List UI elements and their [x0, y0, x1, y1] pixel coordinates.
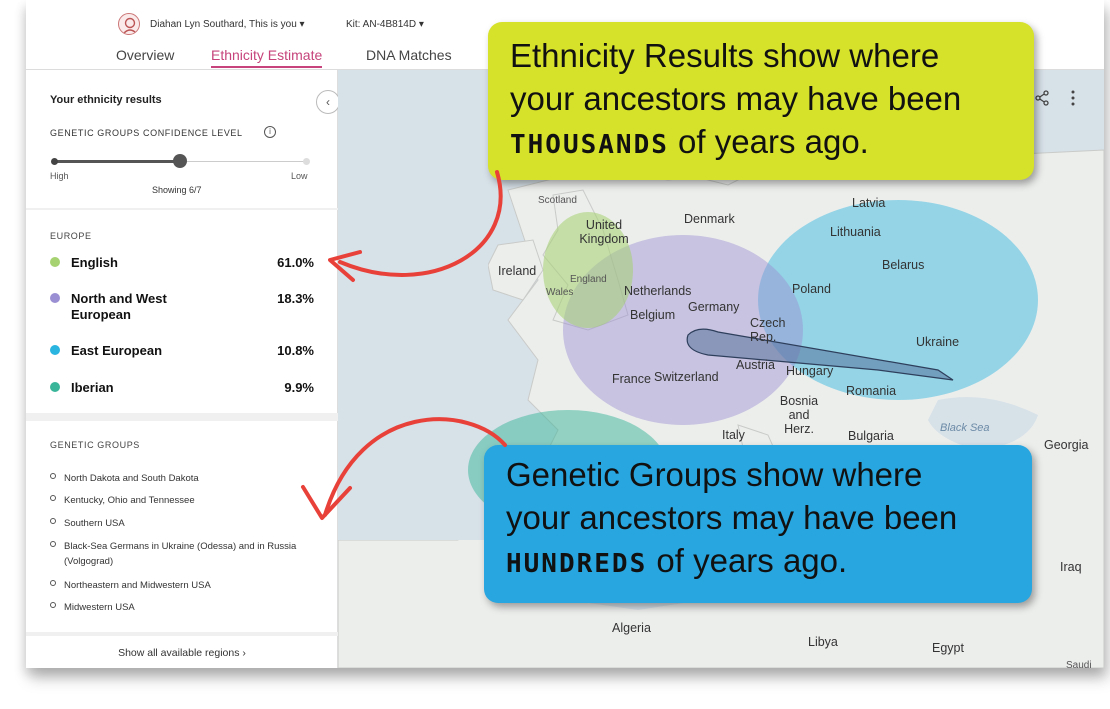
slider-high-label: High: [50, 171, 69, 181]
map-label-denmark: Denmark: [684, 212, 735, 226]
map-label-italy: Italy: [722, 428, 745, 442]
callout-line: THOUSANDS of years ago.: [510, 122, 869, 165]
ethnicity-name: North and West European: [71, 291, 167, 322]
ethnicity-name: English: [71, 255, 118, 270]
genetic-groups-heading: GENETIC GROUPS: [50, 440, 140, 450]
ethnicity-sidebar: Your ethnicity results ‹ GENETIC GROUPS …: [26, 70, 340, 668]
genetic-group-dot: [50, 541, 56, 547]
map-label-libya: Libya: [808, 635, 838, 649]
ethnicity-percent: 10.8%: [277, 343, 314, 358]
callout-line: HUNDREDS of years ago.: [506, 541, 847, 584]
show-all-regions-link[interactable]: Show all available regions ›: [26, 647, 338, 659]
map-label-belgium: Belgium: [630, 308, 676, 322]
share-icon[interactable]: [1034, 90, 1050, 106]
info-icon[interactable]: i: [264, 126, 276, 138]
map-label-england: England: [570, 274, 607, 285]
callout-emphasis: HUNDREDS: [506, 549, 648, 579]
map-label-iraq: Iraq: [1060, 560, 1082, 574]
map-label-bulgaria: Bulgaria: [848, 429, 894, 443]
confidence-slider-thumb[interactable]: [173, 154, 187, 168]
ethnicity-color-dot: [50, 382, 60, 392]
confidence-level-label: GENETIC GROUPS CONFIDENCE LEVEL: [50, 128, 243, 138]
map-label-ukraine: Ukraine: [916, 335, 960, 349]
map-label-poland: Poland: [792, 282, 831, 296]
slider-low-label: Low: [291, 171, 308, 181]
genetic-group-name: Northeastern and Midwestern USA: [64, 580, 211, 591]
map-label-czech-republic: Czech Rep.: [750, 316, 786, 344]
callout-emphasis: THOUSANDS: [510, 130, 669, 160]
ethnicity-results-callout: Ethnicity Results show where your ancest…: [488, 22, 1034, 180]
map-label-egypt: Egypt: [932, 641, 964, 655]
map-label-hungary: Hungary: [786, 364, 834, 378]
divider: [26, 632, 338, 636]
genetic-group-name: Southern USA: [64, 518, 125, 529]
callout-line: your ancestors may have been: [506, 499, 958, 536]
genetic-group-dot: [50, 518, 56, 524]
genetic-group-dot: [50, 495, 56, 501]
map-label-bosnia: Bosnia and Herz.: [779, 394, 819, 436]
ethnicity-percent: 18.3%: [277, 291, 314, 306]
map-label-lithuania: Lithuania: [830, 225, 881, 239]
map-label-netherlands: Netherlands: [624, 284, 692, 298]
ethnicity-color-dot: [50, 257, 60, 267]
kit-selector[interactable]: Kit: AN-4B814D ▾: [346, 19, 424, 30]
showing-count: Showing 6/7: [152, 185, 202, 195]
region-heading: EUROPE: [50, 231, 92, 241]
avatar[interactable]: [118, 13, 140, 35]
callout-line: your ancestors may have been: [510, 80, 962, 117]
map-label-germany: Germany: [688, 300, 740, 314]
genetic-groups-callout: Genetic Groups show where your ancestors…: [484, 445, 1032, 603]
tab-overview[interactable]: Overview: [116, 47, 174, 63]
map-label-france: France: [612, 372, 651, 386]
sea-atlantic: [338, 70, 488, 540]
ethnicity-color-dot: [50, 345, 60, 355]
ethnicity-name: Iberian: [71, 380, 114, 395]
map-label-wales: Wales: [546, 287, 574, 298]
genetic-group-name: Midwestern USA: [64, 602, 135, 613]
ethnicity-percent: 61.0%: [277, 255, 314, 270]
map-label-ireland: Ireland: [498, 264, 537, 278]
confidence-slider-fill: [54, 160, 180, 163]
map-label-black-sea: Black Sea: [940, 422, 990, 434]
genetic-group-name: North Dakota and South Dakota: [64, 473, 199, 484]
callout-line: Ethnicity Results show where: [510, 37, 940, 74]
map-label-belarus: Belarus: [882, 258, 925, 272]
tab-dna-matches[interactable]: DNA Matches: [366, 47, 452, 63]
sidebar-title: Your ethnicity results: [50, 94, 162, 106]
collapse-sidebar-button[interactable]: ‹: [316, 90, 340, 114]
slider-end-stop[interactable]: [303, 158, 310, 165]
genetic-group-name: Kentucky, Ohio and Tennessee: [64, 495, 195, 506]
ethnicity-color-dot: [50, 293, 60, 303]
map-label-switzerland: Switzerland: [654, 370, 719, 384]
callout-line-rest: of years ago.: [647, 542, 848, 579]
map-label-united-kingdom: United Kingdom: [579, 218, 629, 246]
genetic-group-name: Black-Sea Germans in Ukraine (Odessa) an…: [64, 541, 297, 567]
genetic-group-dot: [50, 580, 56, 586]
genetic-group-dot: [50, 602, 56, 608]
divider: [26, 413, 338, 421]
slider-start-stop[interactable]: [51, 158, 58, 165]
ethnicity-percent: 9.9%: [284, 380, 314, 395]
map-label-austria: Austria: [736, 358, 775, 372]
ethnicity-name: East European: [71, 343, 163, 358]
more-vertical-icon[interactable]: [1070, 89, 1076, 107]
callout-line: Genetic Groups show where: [506, 456, 923, 493]
user-menu[interactable]: Diahan Lyn Southard, This is you ▾: [150, 19, 305, 30]
tab-ethnicity-estimate[interactable]: Ethnicity Estimate: [211, 47, 323, 68]
map-label-scotland: Scotland: [538, 195, 577, 206]
divider: [26, 208, 338, 210]
map-label-romania: Romania: [846, 384, 897, 398]
callout-line-rest: of years ago.: [668, 123, 869, 160]
map-label-algeria: Algeria: [612, 621, 651, 635]
map-label-georgia: Georgia: [1044, 438, 1089, 452]
map-label-latvia: Latvia: [852, 196, 886, 210]
genetic-group-dot: [50, 473, 56, 479]
map-label-saudi: Saudi: [1066, 660, 1092, 668]
